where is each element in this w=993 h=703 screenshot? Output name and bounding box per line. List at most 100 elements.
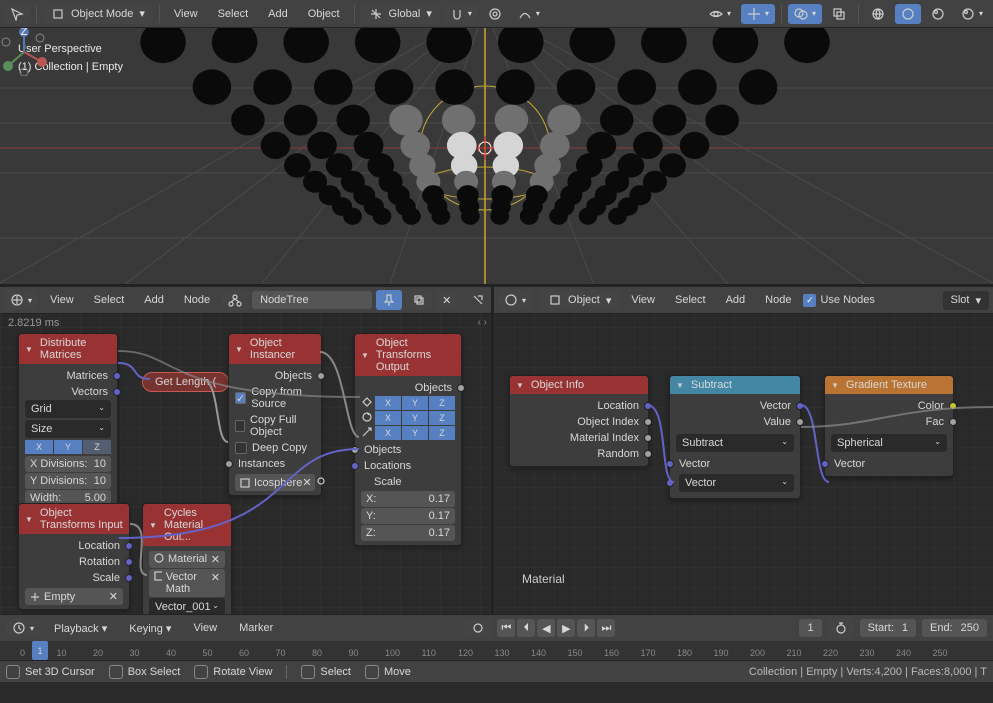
start-frame[interactable]: Start:1 xyxy=(860,619,916,637)
xray-toggle[interactable] xyxy=(826,4,852,24)
keying-menu[interactable]: Keying ▾ xyxy=(121,619,179,638)
shader-icon xyxy=(504,293,518,307)
visibility-dropdown[interactable]: ▾ xyxy=(703,4,737,24)
copy-full-check[interactable] xyxy=(235,420,245,432)
keyframe-prev[interactable]: ⏴ xyxy=(517,619,535,637)
an-action-1[interactable] xyxy=(465,290,491,310)
scale-y[interactable]: Y:0.17 xyxy=(361,508,455,524)
gradient-type-dropdown[interactable]: Spherical⌄ xyxy=(831,434,947,452)
xdiv-field[interactable]: X Divisions:10 xyxy=(25,456,111,472)
ydiv-field[interactable]: Y Divisions:10 xyxy=(25,473,111,489)
axis-x[interactable]: X xyxy=(25,440,53,454)
proportional-edit[interactable] xyxy=(482,4,508,24)
overlay-toggle[interactable]: ▾ xyxy=(788,4,822,24)
xray-icon xyxy=(832,7,846,21)
viewport-header: Object Mode▾ View Select Add Object Glob… xyxy=(0,0,993,28)
menu-node[interactable]: Node xyxy=(757,291,799,309)
pin-toggle[interactable] xyxy=(376,290,402,310)
proportional-falloff[interactable]: ▾ xyxy=(512,4,546,24)
play[interactable]: ▶ xyxy=(557,619,575,637)
object-mode-icon xyxy=(51,7,65,21)
timeline-ruler[interactable]: 1 01020304050607080901001101201301401501… xyxy=(0,641,993,660)
use-nodes-label: Use Nodes xyxy=(820,294,874,306)
shading-solid[interactable] xyxy=(895,4,921,24)
playback-menu[interactable]: Playback ▾ xyxy=(46,619,115,638)
3d-viewport[interactable]: User Perspective (1) Collection | Empty … xyxy=(0,28,993,284)
menu-select[interactable]: Select xyxy=(667,291,714,309)
nav-gizmo[interactable]: Z xyxy=(0,28,48,76)
cursor-tool-icon[interactable] xyxy=(4,4,30,24)
play-reverse[interactable]: ◀ xyxy=(537,619,555,637)
menu-add[interactable]: Add xyxy=(260,5,296,23)
shading-wireframe[interactable] xyxy=(865,4,891,24)
playhead[interactable]: 1 xyxy=(32,641,48,660)
node-distribute-matrices[interactable]: ▼Distribute Matrices Matrices Vectors Gr… xyxy=(18,333,118,528)
autokey-toggle[interactable] xyxy=(465,618,491,638)
tree-selector[interactable] xyxy=(222,290,248,310)
scale-z[interactable]: Z:0.17 xyxy=(361,525,455,541)
use-nodes-check[interactable]: ✓ xyxy=(803,294,816,307)
unlink-nodetree[interactable]: ✕ xyxy=(436,291,457,310)
node-object-info[interactable]: ▼Object Info Location Object Index Mater… xyxy=(509,375,649,467)
jump-end[interactable]: ⏭ xyxy=(597,619,615,637)
node-object-instancer[interactable]: ▼Object Instancer Objects ✓Copy from Sou… xyxy=(228,333,322,496)
tree-name-field[interactable]: NodeTree xyxy=(252,291,372,309)
math-op-dropdown[interactable]: Subtract⌄ xyxy=(676,434,794,452)
transin-object[interactable]: Empty✕ xyxy=(25,588,123,605)
animation-nodes-editor[interactable]: ▾ View Select Add Node NodeTree ✕ 2.8219… xyxy=(0,287,494,614)
marker-menu[interactable]: Marker xyxy=(231,619,281,637)
lock-range[interactable] xyxy=(828,618,854,638)
tl-view-menu[interactable]: View xyxy=(185,619,225,637)
stopwatch-icon xyxy=(834,621,848,635)
node-get-length[interactable]: Get Length ( xyxy=(142,372,229,392)
scene-stats: Collection | Empty | Verts:4,200 | Faces… xyxy=(749,666,987,678)
mouse-right-icon xyxy=(365,665,379,679)
slot-dropdown[interactable]: Slot▾ xyxy=(943,291,990,310)
orientation-dropdown[interactable]: Global▾ xyxy=(361,4,440,24)
axis-z[interactable]: Z xyxy=(83,440,111,454)
editor-type-dropdown[interactable]: ▾ xyxy=(4,290,38,310)
clock-icon xyxy=(12,621,26,635)
menu-view[interactable]: View xyxy=(623,291,663,309)
shader-context[interactable]: Object▾ xyxy=(540,290,619,310)
current-frame[interactable]: 1 xyxy=(799,619,821,637)
node-subtract[interactable]: ▼Subtract Vector Value Subtract⌄ Vector … xyxy=(669,375,801,499)
dup-nodetree[interactable] xyxy=(406,290,432,310)
menu-view[interactable]: View xyxy=(166,5,206,23)
node-gradient-texture[interactable]: ▼Gradient Texture Color Fac Spherical⌄ V… xyxy=(824,375,954,477)
menu-select[interactable]: Select xyxy=(210,5,257,23)
dist-size-dropdown[interactable]: Size⌄ xyxy=(25,420,111,438)
menu-object[interactable]: Object xyxy=(300,5,348,23)
shader-editor[interactable]: ▾ Object▾ View Select Add Node ✓ Use Nod… xyxy=(494,287,993,614)
scale-x[interactable]: X:0.17 xyxy=(361,491,455,507)
dist-type-dropdown[interactable]: Grid⌄ xyxy=(25,400,111,418)
menu-select[interactable]: Select xyxy=(86,291,133,309)
nodetree-icon xyxy=(228,293,242,307)
menu-node[interactable]: Node xyxy=(176,291,218,309)
end-frame[interactable]: End:250 xyxy=(922,619,987,637)
deep-copy-check[interactable] xyxy=(235,442,247,454)
node-cycles-material[interactable]: ▼Cycles Material Out... Material✕ Vector… xyxy=(142,503,232,614)
node-transforms-input[interactable]: ▼Object Transforms Input Location Rotati… xyxy=(18,503,130,610)
material-path: Material xyxy=(522,572,565,586)
node-transforms-output[interactable]: ▼Object Transforms Output Objects XYZ XY… xyxy=(354,333,462,546)
snap-toggle[interactable]: ▾ xyxy=(444,4,478,24)
keyframe-next[interactable]: ⏵ xyxy=(577,619,595,637)
menu-add[interactable]: Add xyxy=(718,291,754,309)
an-editor-header: ▾ View Select Add Node NodeTree ✕ xyxy=(0,287,491,314)
svg-text:Z: Z xyxy=(21,28,28,38)
menu-add[interactable]: Add xyxy=(136,291,172,309)
jump-start[interactable]: ⏮ xyxy=(497,619,515,637)
menu-view[interactable]: View xyxy=(42,291,82,309)
editor-type-dropdown[interactable]: ▾ xyxy=(498,290,532,310)
gizmo-toggle[interactable]: ▾ xyxy=(741,4,775,24)
timeline: ▾ Playback ▾ Keying ▾ View Marker ⏮ ⏴ ◀ … xyxy=(0,614,993,660)
shading-matprev[interactable] xyxy=(925,4,951,24)
proportional-icon xyxy=(488,7,502,21)
timeline-type[interactable]: ▾ xyxy=(6,618,40,638)
shading-rendered[interactable]: ▾ xyxy=(955,4,989,24)
copy-source-check[interactable]: ✓ xyxy=(235,392,246,404)
instancer-object[interactable]: Icosphere✕ xyxy=(235,474,315,491)
axis-y[interactable]: Y xyxy=(54,440,82,454)
mode-dropdown[interactable]: Object Mode▾ xyxy=(43,4,153,24)
